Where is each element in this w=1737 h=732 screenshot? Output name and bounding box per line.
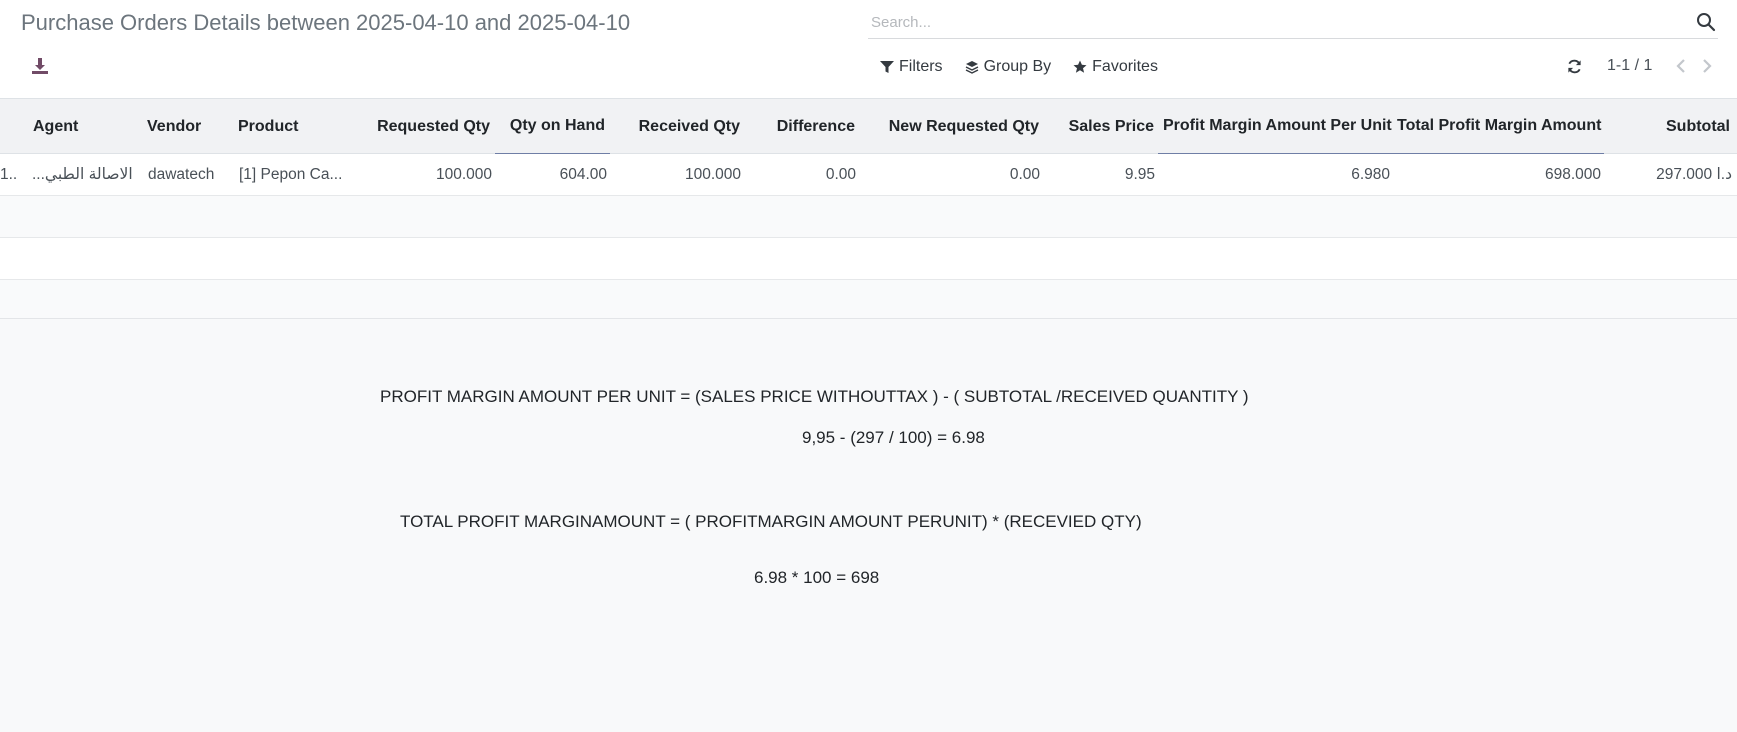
- group-by-label: Group By: [983, 58, 1052, 75]
- col-sales-price[interactable]: Sales Price: [1044, 99, 1154, 154]
- col-requested-qty[interactable]: Requested Qty: [360, 99, 490, 154]
- cell-vendor: dawatech: [148, 165, 215, 183]
- pager: 1-1 / 1: [1566, 57, 1726, 75]
- cell-requested-qty: 100.000: [435, 165, 492, 183]
- col-profit-margin-per-unit[interactable]: Profit Margin Amount Per Unit: [1158, 99, 1393, 154]
- calc-total-profit-margin: 6.98 * 100 = 698: [754, 568, 880, 587]
- chevron-right-icon[interactable]: [1700, 58, 1714, 74]
- col-new-requested-qty[interactable]: New Requested Qty: [860, 99, 1039, 154]
- col-agent[interactable]: Agent: [33, 99, 78, 154]
- cell-total-profit-margin: 698.000: [1544, 165, 1601, 183]
- star-icon: [1073, 60, 1087, 73]
- search-input[interactable]: [868, 8, 1688, 36]
- cell-product: [1] Pepon Ca...: [239, 165, 343, 183]
- chevron-left-icon[interactable]: [1674, 58, 1688, 74]
- cell-profit-margin-per-unit: 6.980: [1351, 165, 1390, 183]
- table-header: Agent Vendor Product Requested Qty Qty o…: [0, 98, 1737, 154]
- favorites-button[interactable]: Favorites: [1073, 58, 1158, 76]
- cell-sales-price: 9.95: [1124, 165, 1155, 183]
- col-qty-on-hand[interactable]: Qty on Hand: [495, 99, 610, 154]
- empty-row: [0, 238, 1737, 280]
- col-total-profit-margin[interactable]: Total Profit Margin Amount: [1393, 99, 1604, 154]
- layers-icon: [965, 61, 978, 74]
- table-row[interactable]: 1... ...الاصالة الطبي dawatech [1] Pepon…: [0, 154, 1737, 196]
- calc-profit-margin-per-unit: 9,95 - (297 / 100) = 6.98: [802, 428, 985, 447]
- refresh-icon[interactable]: [1566, 58, 1583, 75]
- filters-button[interactable]: Filters: [880, 58, 943, 76]
- cell-qty-on-hand: 604.00: [559, 165, 607, 183]
- formula-total-profit-margin: TOTAL PROFIT MARGINAMOUNT = ( PROFITMARG…: [400, 512, 1142, 531]
- search-bar[interactable]: [868, 8, 1718, 39]
- download-icon[interactable]: [31, 57, 49, 75]
- cell-received-qty: 100.000: [684, 165, 741, 183]
- search-options: Filters Group By Favorites: [880, 58, 1158, 76]
- purchase-orders-table: Agent Vendor Product Requested Qty Qty o…: [0, 98, 1737, 322]
- formula-profit-margin-per-unit: PROFIT MARGIN AMOUNT PER UNIT = (SALES P…: [380, 387, 1249, 406]
- cell-subtotal: 297.000 د.ا: [1656, 166, 1732, 183]
- empty-row: [0, 196, 1737, 238]
- favorites-label: Favorites: [1092, 58, 1158, 75]
- col-difference[interactable]: Difference: [745, 99, 855, 154]
- filters-label: Filters: [899, 58, 943, 75]
- col-product[interactable]: Product: [238, 99, 298, 154]
- group-by-button[interactable]: Group By: [965, 58, 1052, 76]
- filter-icon: [880, 61, 894, 73]
- cell-new-requested-qty: 0.00: [1009, 165, 1040, 183]
- pager-value[interactable]: 1-1 / 1: [1607, 57, 1652, 75]
- col-received-qty[interactable]: Received Qty: [615, 99, 740, 154]
- col-subtotal[interactable]: Subtotal: [1608, 99, 1730, 154]
- cell-difference: 0.00: [825, 165, 856, 183]
- page-title: Purchase Orders Details between 2025-04-…: [21, 10, 631, 35]
- col-vendor[interactable]: Vendor: [147, 99, 201, 154]
- cell-reference: 1...: [0, 165, 18, 183]
- cell-agent: ...الاصالة الطبي: [32, 166, 133, 183]
- formula-annotations: PROFIT MARGIN AMOUNT PER UNIT = (SALES P…: [0, 318, 1737, 732]
- empty-row: [0, 280, 1737, 322]
- search-icon[interactable]: [1696, 12, 1716, 32]
